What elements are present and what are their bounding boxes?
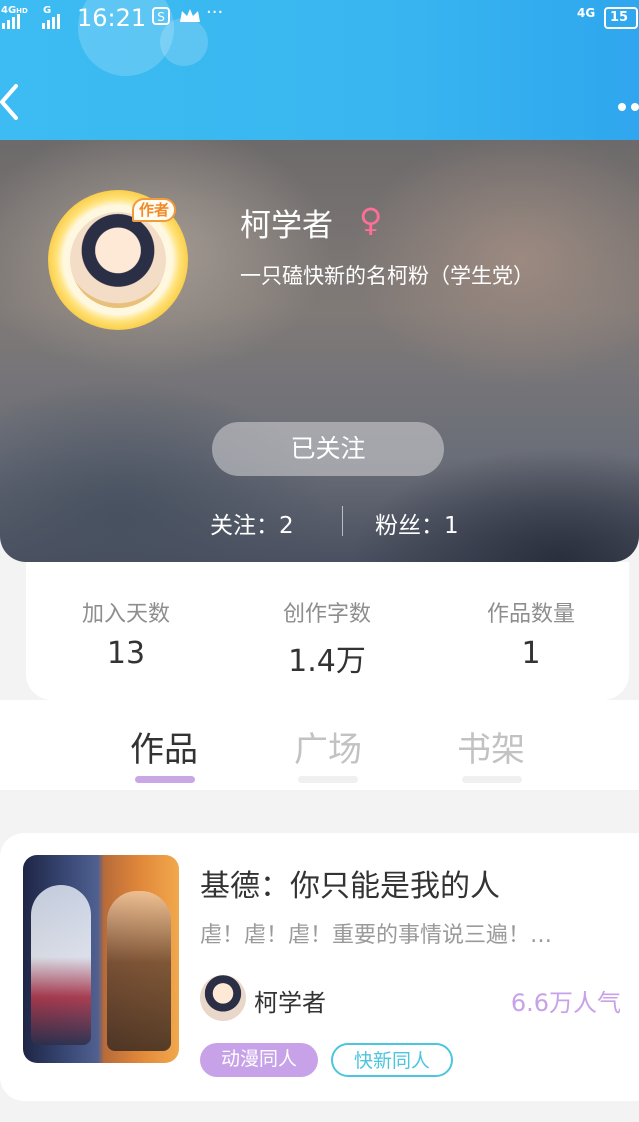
signal-bars-1-icon [2,14,20,29]
crown-icon [178,6,202,31]
work-author-name[interactable]: 柯学者 [254,983,326,1018]
tag-anime-fanfic[interactable]: 动漫同人 [200,1043,318,1077]
tab-indicator [462,776,522,783]
stat-join-days: 加入天数 13 [26,596,226,671]
work-author-avatar[interactable] [200,975,246,1021]
work-summary: 虐！虐！虐！重要的事情说三遍！… [200,923,553,948]
follow-button[interactable]: 已关注 [212,422,444,476]
tag-kaishin-fanfic[interactable]: 快新同人 [331,1043,453,1077]
stat-value: 1 [521,636,541,671]
section-gap [0,790,639,835]
stat-label: 加入天数 [81,602,170,627]
cover-figure-left [31,885,91,1045]
stat-label: 创作字数 [282,602,371,627]
top-bar: 4GHD G 16:21 S ··· 4G 15 [0,0,639,140]
stats-card: 加入天数 13 创作字数 1.4万 作品数量 1 [26,562,629,700]
stat-value: 1.4万 [288,644,366,679]
avatar-image [70,212,166,308]
author-avatar[interactable]: 作者 [48,190,188,330]
profile-name: 柯学者 [240,208,333,244]
status-bar: 4GHD G 16:21 S ··· 4G 15 [0,0,639,38]
profile-header: 作者 柯学者 ♀ 一只磕快新的名柯粉（学生党） 已关注 关注：2 粉丝：1 [0,140,639,562]
signal-bars-2-icon [42,14,60,29]
cover-figure-right [107,891,171,1051]
profile-bio: 一只磕快新的名柯粉（学生党） [240,264,534,288]
tab-works[interactable]: 作品 [130,722,198,771]
tab-bookshelf[interactable]: 书架 [457,722,525,771]
stat-works-count: 作品数量 1 [431,596,631,671]
following-count[interactable]: 关注：2 [210,506,294,540]
work-popularity: 6.6万人气 [510,989,621,1017]
svg-text:S: S [157,10,165,24]
work-cover-image[interactable] [23,855,179,1063]
stat-word-count: 创作字数 1.4万 [227,596,427,680]
more-menu-button[interactable] [617,97,639,111]
fans-count[interactable]: 粉丝：1 [375,506,459,540]
stat-value: 13 [106,636,146,671]
follow-counts: 关注：2 粉丝：1 [0,502,639,540]
counts-divider [342,506,343,536]
app-notification-icon: S [151,6,171,31]
network-indicator: 4G [577,6,596,20]
tab-indicator-active [135,776,195,783]
work-title[interactable]: 基德：你只能是我的人 [200,861,500,905]
tab-square[interactable]: 广场 [294,722,362,771]
back-button[interactable] [0,82,24,122]
tab-indicator [298,776,358,783]
stat-label: 作品数量 [486,602,575,627]
author-badge: 作者 [132,198,176,222]
gender-female-icon: ♀ [359,201,383,239]
work-card[interactable]: 基德：你只能是我的人 虐！虐！虐！重要的事情说三遍！… 柯学者 6.6万人气 动… [0,833,639,1101]
battery-icon: 15 [604,7,638,29]
more-notifications-icon: ··· [206,2,224,23]
clock: 16:21 [77,4,147,32]
